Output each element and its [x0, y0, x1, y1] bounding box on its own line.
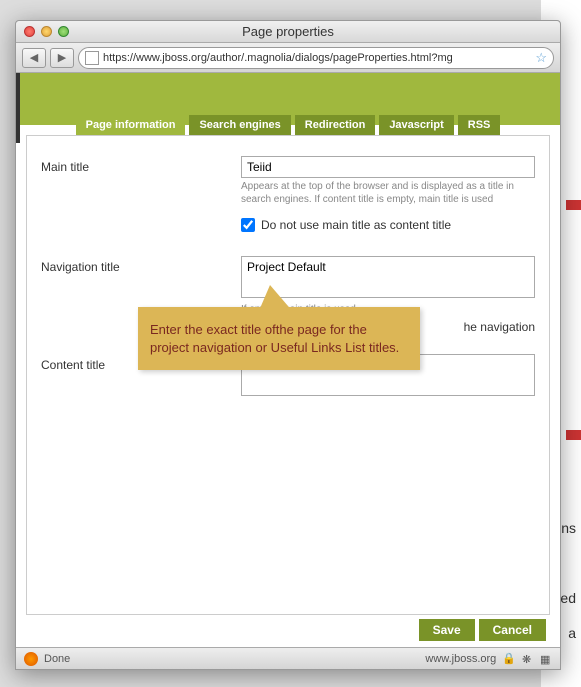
page-icon	[85, 51, 99, 65]
main-title-input[interactable]	[241, 156, 535, 178]
close-button[interactable]	[24, 26, 35, 37]
main-title-help: Appears at the top of the browser and is…	[241, 180, 535, 206]
status-domain: www.jboss.org	[425, 653, 496, 665]
cancel-button[interactable]: Cancel	[479, 619, 546, 641]
background-strip	[566, 430, 581, 440]
chevron-left-icon: ◀	[30, 51, 38, 64]
tab-javascript[interactable]: Javascript	[379, 115, 453, 135]
main-title-label: Main title	[41, 156, 241, 250]
zoom-button[interactable]	[58, 26, 69, 37]
addon-icon[interactable]: ▦	[540, 653, 552, 665]
background-text-fragment: a	[568, 625, 576, 641]
tab-rss[interactable]: RSS	[458, 115, 501, 135]
no-main-title-checkbox[interactable]	[241, 218, 255, 232]
window-titlebar[interactable]: Page properties	[16, 21, 560, 43]
form-panel: Main title Appears at the top of the bro…	[26, 135, 550, 615]
background-text-fragment: ns	[561, 520, 576, 536]
bookmark-star-icon[interactable]: ☆	[535, 50, 547, 66]
callout-arrow-icon	[258, 285, 294, 313]
save-button[interactable]: Save	[419, 619, 475, 641]
status-bar: Done www.jboss.org 🔒 ❋ ▦	[16, 647, 560, 669]
dialog-tabs: Page information Search engines Redirect…	[16, 115, 560, 135]
dialog-buttons: Save Cancel	[419, 619, 546, 641]
url-bar[interactable]: https://www.jboss.org/author/.magnolia/d…	[78, 47, 554, 69]
firefox-icon	[24, 652, 38, 666]
page-content: Page information Search engines Redirect…	[16, 73, 560, 647]
background-strip	[566, 200, 581, 210]
plugin-icon[interactable]: ❋	[522, 653, 534, 665]
url-text: https://www.jboss.org/author/.magnolia/d…	[103, 52, 531, 64]
status-text: Done	[44, 653, 70, 665]
browser-window: Page properties ◀ ▶ https://www.jboss.or…	[15, 20, 561, 670]
forward-button[interactable]: ▶	[50, 48, 74, 68]
callout-text: Enter the exact title ofthe page for the…	[150, 322, 399, 355]
main-title-row: Main title Appears at the top of the bro…	[41, 156, 535, 250]
window-title: Page properties	[16, 24, 560, 39]
back-button[interactable]: ◀	[22, 48, 46, 68]
browser-toolbar: ◀ ▶ https://www.jboss.org/author/.magnol…	[16, 43, 560, 73]
minimize-button[interactable]	[41, 26, 52, 37]
tab-search-engines[interactable]: Search engines	[189, 115, 290, 135]
chevron-right-icon: ▶	[58, 51, 66, 64]
tooltip-callout: Enter the exact title ofthe page for the…	[138, 307, 420, 370]
no-main-title-label: Do not use main title as content title	[261, 218, 451, 232]
tab-redirection[interactable]: Redirection	[295, 115, 376, 135]
nav-checkbox-label-partial: he navigation	[464, 320, 535, 334]
traffic-lights	[16, 26, 69, 37]
tab-page-information[interactable]: Page information	[76, 115, 186, 135]
lock-icon: 🔒	[502, 652, 516, 665]
